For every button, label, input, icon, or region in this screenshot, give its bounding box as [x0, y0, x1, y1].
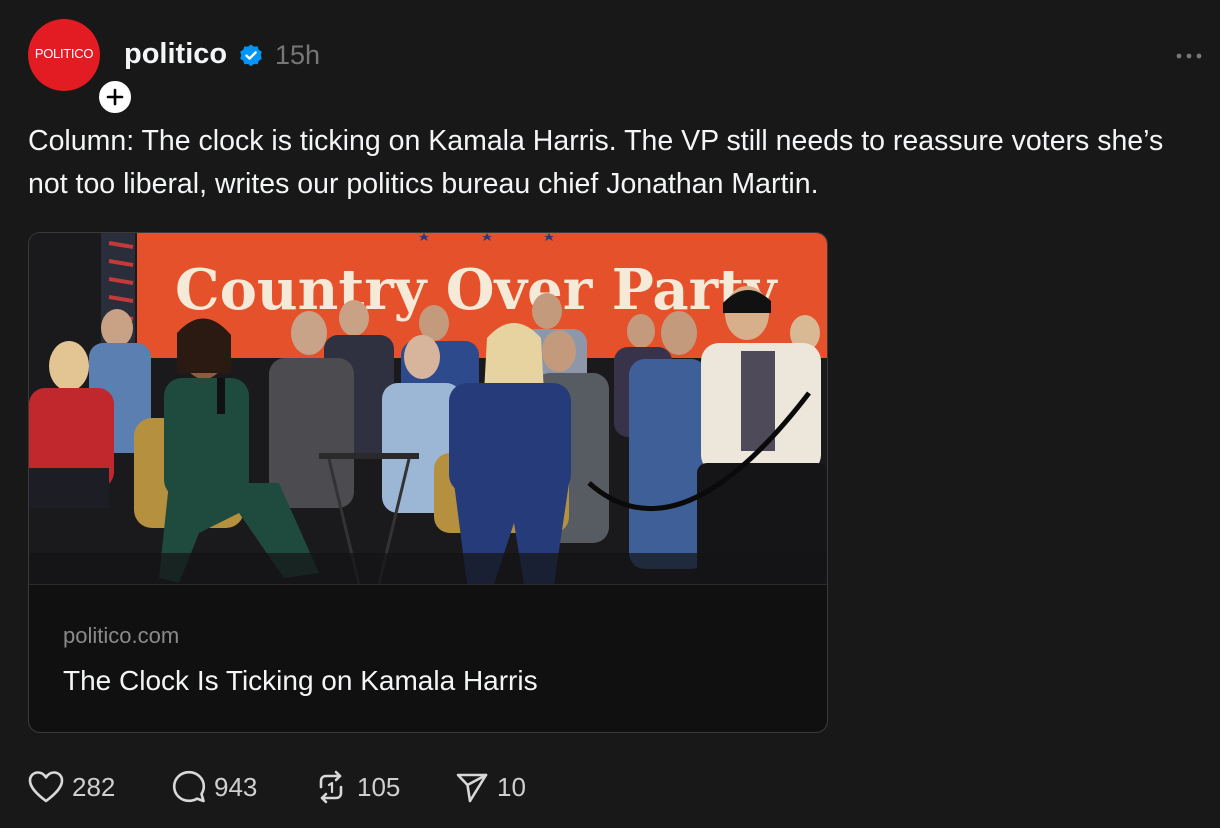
avatar-logo-text: POLITICO	[34, 46, 94, 61]
like-count: 282	[72, 771, 116, 802]
repost-icon	[319, 770, 343, 804]
share-button[interactable]: 10	[455, 765, 526, 809]
banner-text: Country Over Party	[175, 257, 778, 323]
comment-bubble-icon	[172, 770, 206, 803]
like-button[interactable]: 282	[28, 765, 115, 809]
reply-count: 943	[214, 771, 258, 802]
repost-count: 105	[357, 771, 401, 802]
threads-post: POLITICO politico 15h Column: The clock …	[0, 0, 1220, 828]
follow-button[interactable]	[96, 78, 134, 116]
heart-icon	[28, 771, 64, 803]
link-domain: politico.com	[63, 623, 180, 648]
link-title: The Clock Is Ticking on Kamala Harris	[63, 665, 538, 696]
more-options-icon[interactable]	[1170, 44, 1206, 68]
username[interactable]: politico	[124, 38, 227, 71]
repost-button[interactable]: 105	[313, 765, 400, 809]
article-image: Country Over Party	[29, 233, 827, 584]
reply-button[interactable]: 943	[172, 765, 257, 809]
avatar[interactable]: POLITICO	[28, 19, 134, 116]
share-count: 10	[497, 771, 526, 802]
post-timestamp: 15h	[275, 40, 321, 70]
plus-icon	[106, 88, 124, 106]
post-caption: Column: The clock is ticking on Kamala H…	[28, 125, 1164, 200]
link-preview-card[interactable]: Country Over Party politico.com The Cloc…	[28, 232, 828, 733]
send-icon	[456, 773, 488, 803]
verified-badge-icon	[240, 44, 262, 67]
card-divider	[29, 584, 827, 585]
